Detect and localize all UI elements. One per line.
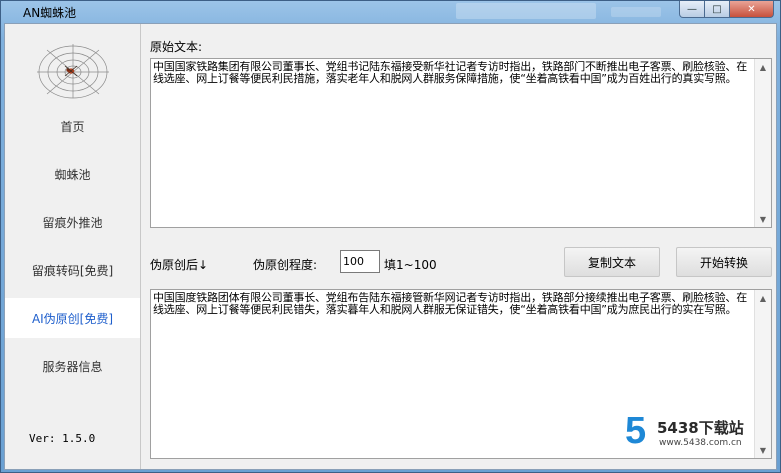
window-title: AN蜘蛛池: [23, 6, 77, 20]
original-text-area[interactable]: 中国国家铁路集团有限公司董事长、党组书记陆东福接受新华社记者专访时指出，铁路部门…: [150, 58, 772, 228]
sidebar-item-label: 首页: [60, 119, 85, 134]
site-watermark: 5 5438下载站 www.5438.com.cn: [625, 411, 775, 451]
maximize-icon: □: [712, 3, 722, 15]
copy-text-button[interactable]: 复制文本: [564, 247, 660, 277]
original-text-label: 原始文本:: [150, 40, 203, 54]
start-convert-button[interactable]: 开始转换: [676, 247, 772, 277]
version-label: Ver: 1.5.0: [29, 432, 96, 445]
close-icon: ✕: [747, 3, 756, 15]
sidebar-item-label: 留痕转码[免费]: [31, 263, 114, 278]
spider-web-logo: [37, 44, 109, 99]
app-window: AN蜘蛛池 — □ ✕ 首页 蜘蛛池 留痕外推池 留痕转码[免费] AI伪原创[…: [0, 0, 781, 473]
result-label: 伪原创后↓: [150, 258, 209, 272]
close-button[interactable]: ✕: [730, 1, 774, 18]
sidebar-item-spider-pool[interactable]: 蜘蛛池: [5, 154, 140, 194]
sidebar-item-ai-rewrite[interactable]: AI伪原创[免费]: [5, 298, 140, 338]
watermark-title: 5438下载站: [657, 419, 744, 437]
start-convert-button-label: 开始转换: [699, 255, 748, 270]
spider-icon: [64, 65, 78, 77]
sidebar-item-home[interactable]: 首页: [5, 106, 140, 146]
minimize-button[interactable]: —: [679, 1, 705, 18]
scroll-up-icon[interactable]: ▲: [755, 290, 771, 306]
sidebar-item-label: 蜘蛛池: [54, 167, 91, 182]
scroll-up-icon[interactable]: ▲: [755, 59, 771, 75]
sidebar-item-label: 服务器信息: [42, 359, 103, 374]
scroll-down-icon[interactable]: ▼: [755, 211, 771, 227]
title-bar[interactable]: AN蜘蛛池 — □ ✕: [1, 1, 780, 23]
title-bar-blur: [611, 7, 661, 17]
sidebar-item-server-info[interactable]: 服务器信息: [5, 346, 140, 386]
minimize-icon: —: [687, 3, 697, 15]
result-text-content: 中国国度铁路团体有限公司董事长、党组布告陆东福接管新华网记者专访时指出，铁路部分…: [153, 292, 747, 316]
sidebar-item-trace-transcode[interactable]: 留痕转码[免费]: [5, 250, 140, 290]
rewrite-degree-hint: 填1~100: [384, 258, 437, 272]
sidebar-item-trace-push-pool[interactable]: 留痕外推池: [5, 202, 140, 242]
original-text-scrollbar[interactable]: ▲ ▼: [754, 59, 771, 227]
title-bar-blur: [456, 3, 596, 19]
window-controls: — □ ✕: [679, 1, 774, 18]
sidebar: 首页 蜘蛛池 留痕外推池 留痕转码[免费] AI伪原创[免费] 服务器信息 Ve…: [5, 24, 141, 469]
client-area: 首页 蜘蛛池 留痕外推池 留痕转码[免费] AI伪原创[免费] 服务器信息 Ve…: [4, 23, 777, 470]
sidebar-item-label: 留痕外推池: [42, 215, 103, 230]
rewrite-degree-input[interactable]: [340, 250, 380, 273]
watermark-logo: 5: [625, 410, 647, 452]
sidebar-item-label: AI伪原创[免费]: [31, 311, 114, 326]
rewrite-degree-label: 伪原创程度:: [253, 258, 318, 272]
original-text-content: 中国国家铁路集团有限公司董事长、党组书记陆东福接受新华社记者专访时指出，铁路部门…: [153, 61, 747, 85]
maximize-button[interactable]: □: [705, 1, 730, 18]
copy-text-button-label: 复制文本: [587, 255, 636, 270]
watermark-url: www.5438.com.cn: [659, 438, 742, 448]
